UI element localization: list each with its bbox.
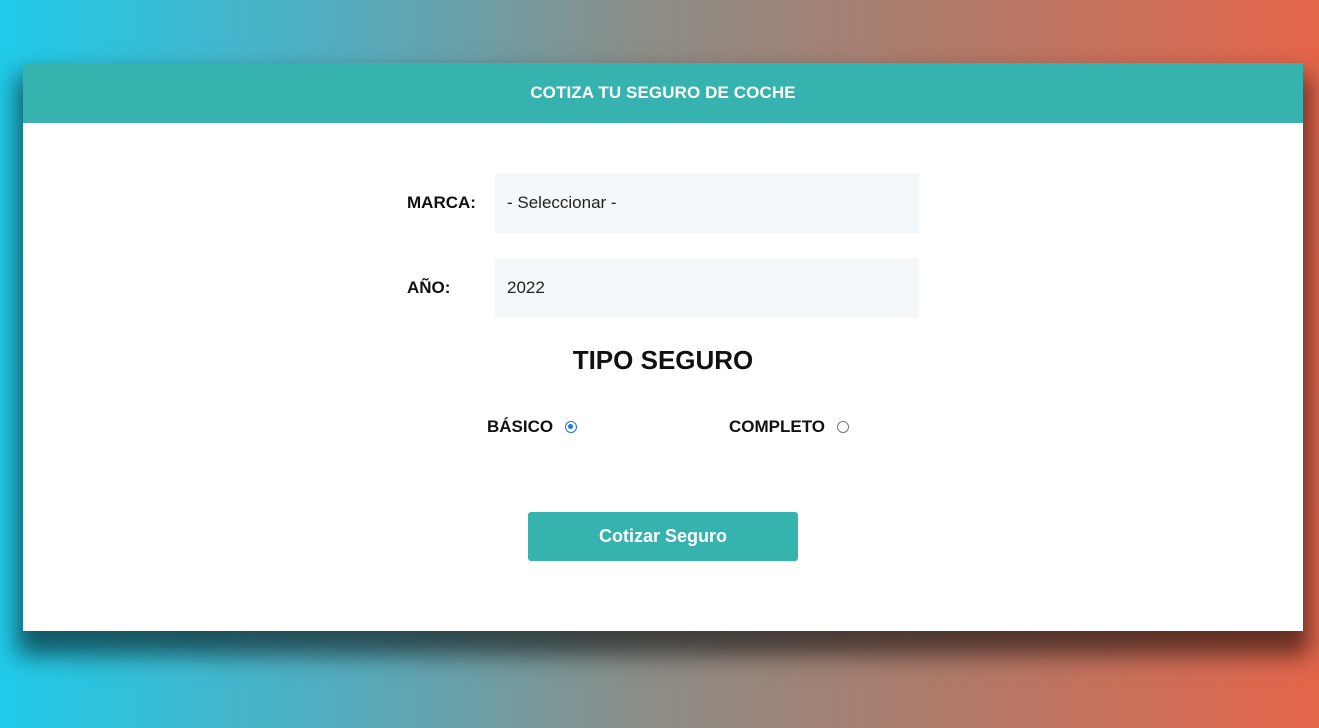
radio-complete[interactable] [837, 421, 850, 433]
brand-select[interactable]: - Seleccionar - [495, 173, 919, 233]
brand-row: MARCA: - Seleccionar - [407, 173, 919, 233]
brand-label: MARCA: [407, 193, 476, 212]
card-header: COTIZA TU SEGURO DE COCHE [23, 63, 1303, 123]
year-select[interactable]: 2022 [495, 258, 919, 318]
radio-option-basic[interactable]: BÁSICO [487, 415, 578, 439]
radio-option-complete[interactable]: COMPLETO [729, 415, 850, 439]
insurance-type-title: TIPO SEGURO [572, 345, 754, 375]
radio-label-basic: BÁSICO [487, 417, 554, 436]
quote-card: COTIZA TU SEGURO DE COCHE MARCA: - Selec… [23, 63, 1303, 631]
quote-button[interactable]: Cotizar Seguro [528, 512, 798, 561]
year-select-value: 2022 [507, 278, 545, 297]
year-row: AÑO: 2022 [407, 258, 919, 318]
radio-basic[interactable] [565, 421, 578, 433]
page-title: COTIZA TU SEGURO DE COCHE [530, 83, 796, 102]
brand-select-value: - Seleccionar - [507, 193, 617, 212]
year-label: AÑO: [407, 278, 451, 297]
radio-label-complete: COMPLETO [729, 417, 826, 436]
quote-form: MARCA: - Seleccionar - AÑO: 2022 TIPO SE… [23, 123, 1303, 631]
